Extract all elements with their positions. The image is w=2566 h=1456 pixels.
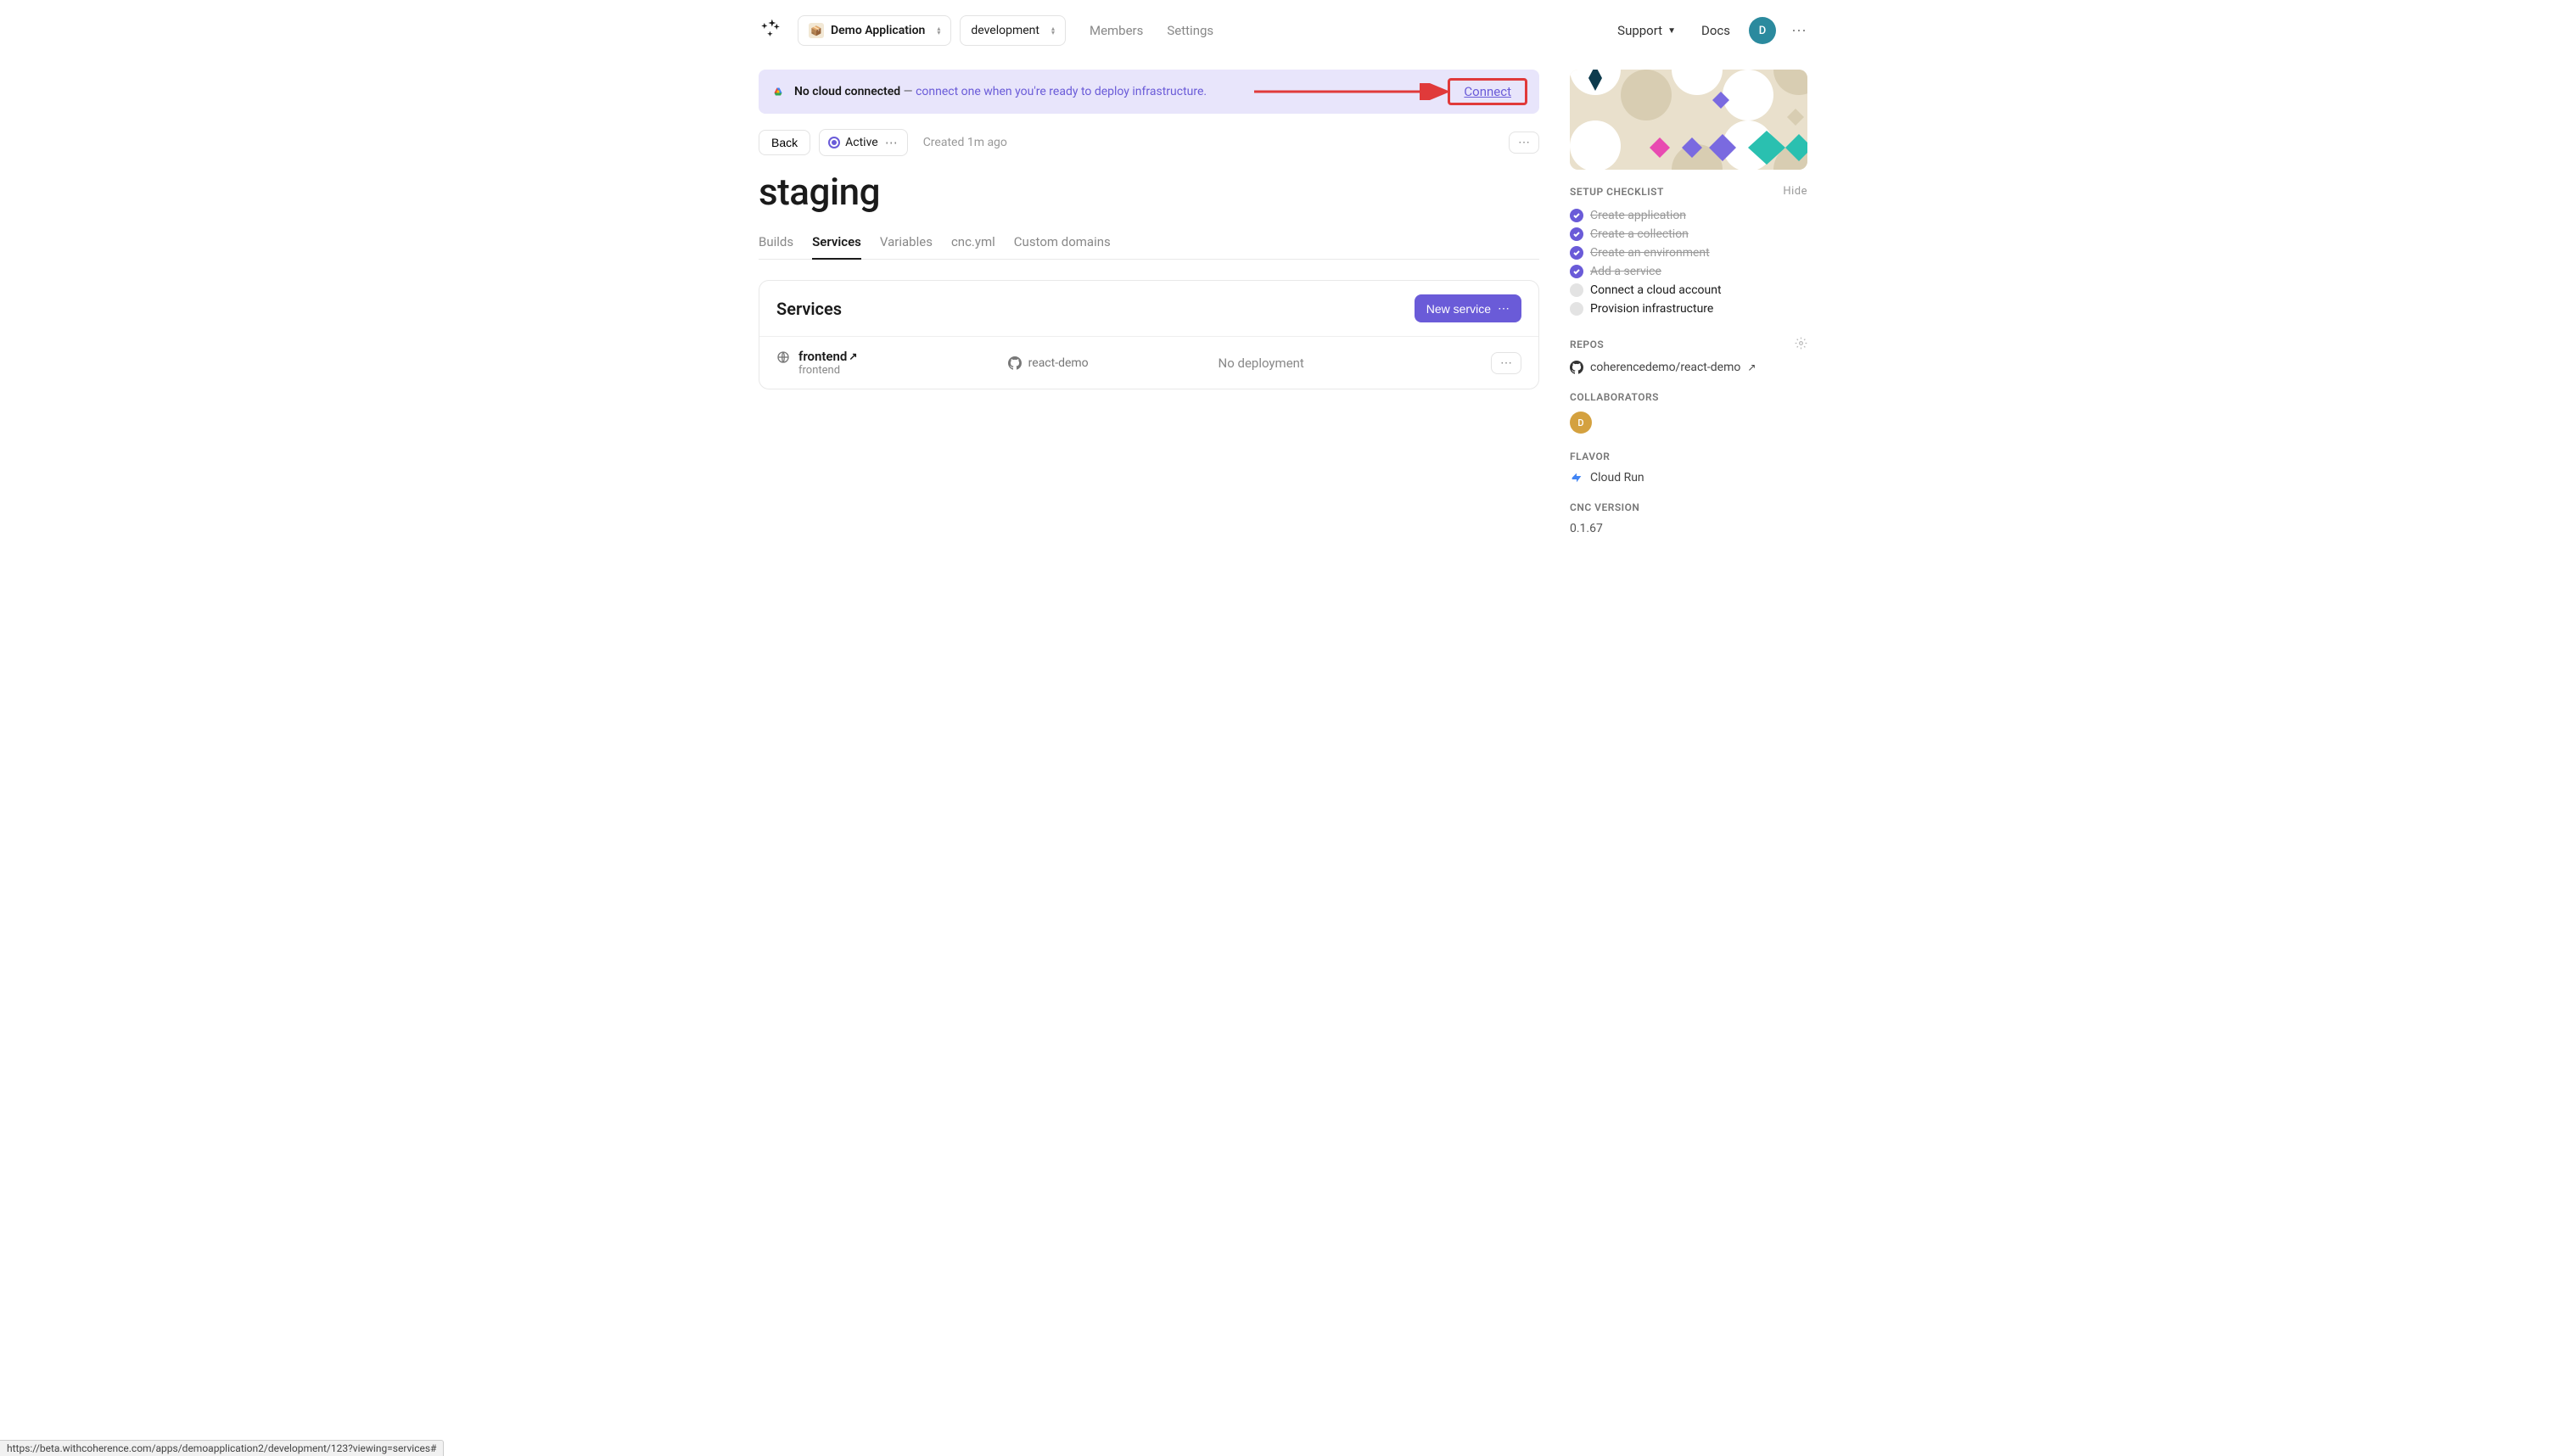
app-selector-label: Demo Application: [831, 24, 925, 37]
check-icon: [1570, 246, 1583, 260]
alert-bold: No cloud connected: [794, 85, 900, 98]
env-selector-label: development: [971, 24, 1039, 37]
check-todo-icon: [1570, 302, 1583, 316]
tab-builds[interactable]: Builds: [759, 234, 793, 259]
setup-checklist: Create application Create a collection C…: [1570, 206, 1807, 318]
env-selector[interactable]: development ▴▾: [960, 15, 1066, 46]
flavor-title: FLAVOR: [1570, 451, 1807, 462]
collaborators-title: COLLABORATORS: [1570, 391, 1807, 403]
side-column: SETUP CHECKLIST Hide Create application …: [1570, 70, 1807, 552]
back-button[interactable]: Back: [759, 130, 810, 155]
checklist-item: Create an environment: [1570, 244, 1807, 262]
cloud-alert: No cloud connected — connect one when yo…: [759, 70, 1539, 114]
cnc-version-title: CNC VERSION: [1570, 501, 1807, 513]
arrow-annotation-icon: [1254, 83, 1458, 100]
external-link-icon: ↗: [1747, 361, 1756, 373]
checklist-item[interactable]: Provision infrastructure: [1570, 300, 1807, 318]
service-repo-cell: react-demo: [1008, 356, 1219, 370]
status-more-icon: ⋯: [885, 135, 899, 150]
docs-link[interactable]: Docs: [1701, 23, 1730, 38]
avatar-initial: D: [1759, 25, 1767, 37]
avatar[interactable]: D: [1749, 17, 1776, 44]
page-title: staging: [759, 170, 1539, 214]
side-banner: [1570, 70, 1807, 170]
service-deploy-cell: No deployment: [1219, 356, 1471, 371]
status-label: Active: [845, 136, 878, 149]
top-bar: 📦 Demo Application ▴▾ development ▴▾ Mem…: [759, 0, 1807, 61]
repo-name: coherencedemo/react-demo: [1590, 361, 1740, 374]
service-repo-name: react-demo: [1028, 356, 1089, 370]
tab-services[interactable]: Services: [812, 234, 861, 260]
members-link[interactable]: Members: [1090, 23, 1143, 38]
check-icon: [1570, 209, 1583, 222]
github-icon: [1570, 361, 1583, 374]
caret-down-icon: ▼: [1667, 26, 1676, 36]
tab-variables[interactable]: Variables: [880, 234, 933, 259]
checklist-item: Create application: [1570, 206, 1807, 225]
checklist-item: Add a service: [1570, 262, 1807, 281]
tabs: Builds Services Variables cnc.yml Custom…: [759, 234, 1539, 260]
check-icon: [1570, 265, 1583, 278]
check-todo-icon: [1570, 283, 1583, 297]
cnc-version-value: 0.1.67: [1570, 522, 1807, 535]
support-label: Support: [1617, 23, 1662, 38]
breadcrumb-row: Back Active ⋯ Created 1m ago ⋯: [759, 129, 1539, 156]
checklist-item: Create a collection: [1570, 225, 1807, 244]
services-heading: Services: [776, 299, 842, 319]
alert-sub: connect one when you're ready to deploy …: [916, 85, 1207, 98]
status-dot-icon: [828, 137, 840, 148]
header-more-button[interactable]: ⋯: [1791, 22, 1807, 40]
gear-icon[interactable]: [1795, 337, 1807, 352]
service-name: frontend: [798, 349, 847, 364]
layout: No cloud connected — connect one when yo…: [759, 61, 1807, 552]
service-more-button[interactable]: ⋯: [1491, 352, 1521, 374]
gcp-icon: [770, 84, 786, 99]
collaborator-avatar[interactable]: D: [1570, 412, 1592, 434]
cloud-run-icon: [1570, 471, 1583, 484]
chevron-updown-icon: ▴▾: [1051, 26, 1055, 35]
card-header: Services New service ⋯: [759, 281, 1538, 337]
dots-icon: ⋯: [1498, 301, 1510, 316]
connect-link[interactable]: Connect: [1464, 84, 1511, 99]
flavor-value: Cloud Run: [1570, 471, 1807, 484]
collab-initial: D: [1577, 417, 1583, 428]
repos-title: REPOS: [1570, 337, 1807, 352]
tab-cnc[interactable]: cnc.yml: [951, 234, 995, 259]
support-menu[interactable]: Support ▼: [1617, 23, 1676, 38]
browser-status-bar: https://beta.withcoherence.com/apps/demo…: [0, 1440, 444, 1456]
new-service-button[interactable]: New service ⋯: [1415, 294, 1521, 322]
created-text: Created 1m ago: [923, 136, 1007, 149]
new-service-label: New service: [1426, 302, 1491, 316]
checklist-item[interactable]: Connect a cloud account: [1570, 281, 1807, 300]
check-icon: [1570, 227, 1583, 241]
globe-icon: [776, 350, 790, 367]
service-row: frontend ↗ frontend react-demo No deploy…: [759, 337, 1538, 389]
service-name-cell: frontend ↗ frontend: [776, 349, 1008, 377]
service-name-link[interactable]: frontend ↗: [798, 349, 857, 364]
settings-link[interactable]: Settings: [1167, 23, 1213, 38]
tab-domains[interactable]: Custom domains: [1014, 234, 1111, 259]
chevron-updown-icon: ▴▾: [937, 26, 940, 35]
app-selector[interactable]: 📦 Demo Application ▴▾: [798, 15, 951, 46]
logo-icon[interactable]: [759, 17, 786, 44]
main-column: No cloud connected — connect one when yo…: [759, 70, 1539, 389]
hide-checklist-link[interactable]: Hide: [1783, 185, 1807, 198]
github-icon: [1008, 356, 1022, 370]
setup-checklist-title: SETUP CHECKLIST Hide: [1570, 185, 1807, 198]
env-more-button[interactable]: ⋯: [1509, 132, 1539, 154]
external-link-icon: ↗: [849, 350, 857, 362]
status-pill[interactable]: Active ⋯: [819, 129, 908, 156]
sparkle-logo-icon: [759, 18, 785, 43]
service-subname: frontend: [798, 364, 857, 377]
services-card: Services New service ⋯ frontend: [759, 280, 1539, 389]
connect-highlight-box: Connect: [1448, 78, 1527, 105]
repo-link[interactable]: coherencedemo/react-demo ↗: [1570, 361, 1807, 374]
app-emoji-icon: 📦: [809, 23, 824, 38]
alert-dash: —: [900, 85, 916, 98]
alert-text: No cloud connected — connect one when yo…: [794, 85, 1207, 98]
